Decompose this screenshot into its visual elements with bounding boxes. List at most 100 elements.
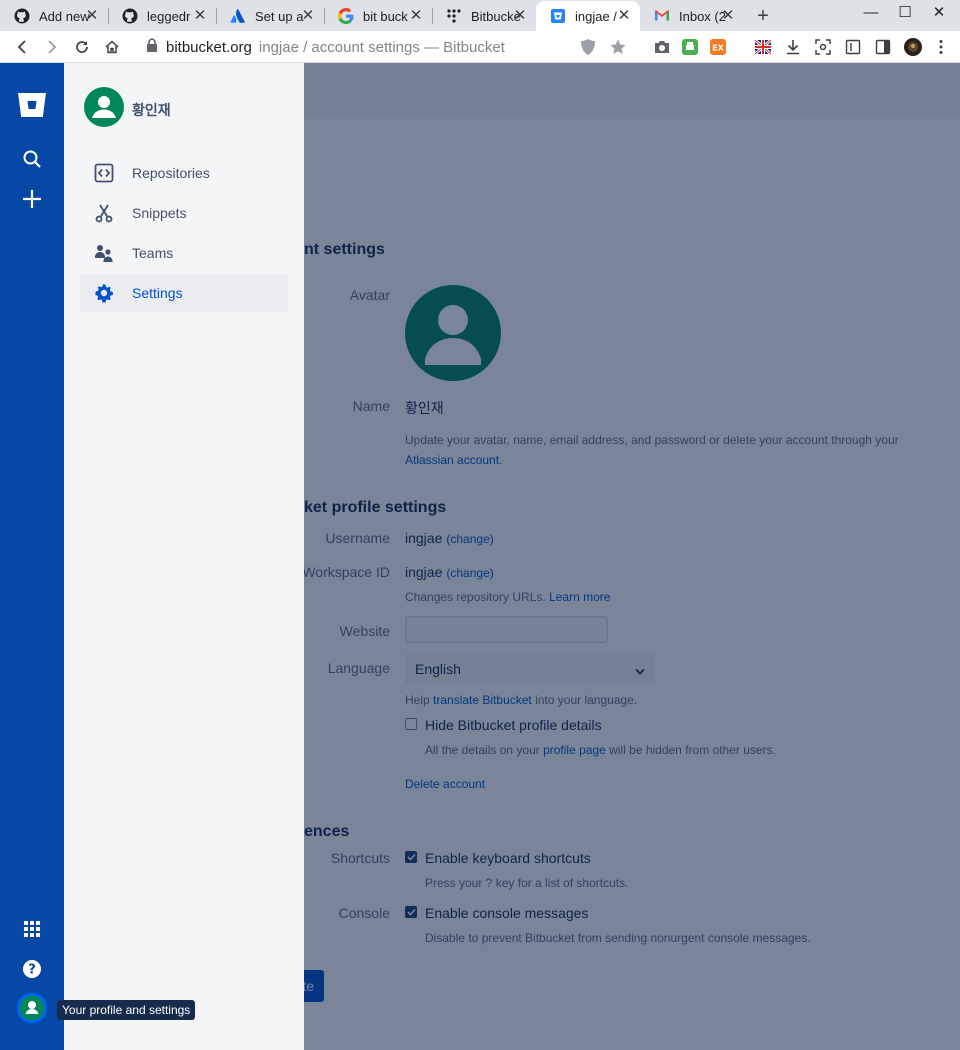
- checkmark-icon: [406, 853, 416, 861]
- uk-flag-icon[interactable]: [751, 35, 775, 59]
- bitbucket-logo-icon[interactable]: [16, 89, 48, 121]
- account-help-text: Update your avatar, name, email address,…: [405, 433, 899, 447]
- tab-close-icon[interactable]: ✕: [408, 8, 424, 24]
- profile-page-link[interactable]: profile page: [543, 743, 606, 757]
- search-icon[interactable]: [16, 143, 48, 175]
- profile-tooltip: Your profile and settings: [57, 1000, 196, 1020]
- preferences-heading: ences: [304, 823, 350, 840]
- maximize-window-button[interactable]: ☐: [888, 2, 922, 26]
- forward-icon[interactable]: [40, 35, 64, 59]
- hide-profile-checkbox[interactable]: [405, 718, 417, 730]
- printer-extension-icon[interactable]: [678, 35, 702, 59]
- settings-sidebar: 황인재 Repositories Snippets Teams Settings: [64, 63, 304, 1050]
- learn-more-link[interactable]: Learn more: [549, 590, 610, 604]
- shortcuts-help: Press your ? key for a list of shortcuts…: [425, 876, 629, 890]
- tab-close-icon[interactable]: ✕: [616, 8, 632, 24]
- shield-extension-icon[interactable]: [576, 35, 600, 59]
- browser-menu-icon[interactable]: [929, 35, 953, 59]
- google-icon: [338, 8, 354, 24]
- browser-tab-active[interactable]: ingjae / ✕: [536, 1, 640, 31]
- browser-toolbar: bitbucket.org ingjae / account settings …: [0, 31, 960, 63]
- update-button[interactable]: te: [304, 970, 324, 1002]
- minimize-window-button[interactable]: —: [854, 2, 888, 26]
- tab-close-icon[interactable]: ✕: [300, 8, 316, 24]
- browser-tab[interactable]: bit buck ✕: [324, 1, 432, 31]
- language-label: Language: [327, 660, 390, 676]
- app-switcher-icon[interactable]: [16, 913, 48, 945]
- avatar-label: Avatar: [349, 287, 390, 303]
- console-checkbox[interactable]: [405, 906, 417, 918]
- sidebar-item-teams[interactable]: Teams: [80, 234, 288, 272]
- translate-bitbucket-link[interactable]: translate Bitbucket: [433, 693, 532, 707]
- delete-account-link[interactable]: Delete account: [405, 777, 485, 791]
- gear-icon: [92, 281, 116, 305]
- repository-icon: [92, 161, 116, 185]
- url-path: ingjae / account settings — Bitbucket: [258, 38, 505, 56]
- username-value-row: ingjae (change): [405, 530, 494, 546]
- profile-avatar-icon[interactable]: [16, 992, 48, 1024]
- tab-close-icon[interactable]: ✕: [512, 8, 528, 24]
- profile-settings-heading: ket profile settings: [304, 499, 447, 516]
- browser-tab[interactable]: leggedr ✕: [108, 1, 216, 31]
- ex-extension-icon[interactable]: EX: [706, 35, 730, 59]
- username-label: Username: [325, 530, 390, 546]
- sidebar-item-snippets[interactable]: Snippets: [80, 194, 288, 232]
- account-avatar[interactable]: [405, 285, 501, 386]
- tab-close-icon[interactable]: ✕: [720, 8, 736, 24]
- bitbucket-app: ? 황인재 Repositories Snippets Teams Settin…: [0, 63, 960, 1050]
- console-option-label: Enable console messages: [425, 905, 589, 921]
- browser-tab[interactable]: Set up a ✕: [216, 1, 324, 31]
- help-icon[interactable]: ?: [16, 953, 48, 985]
- account-help-link-line: Atlassian account.: [405, 453, 502, 467]
- hide-profile-label: Hide Bitbucket profile details: [425, 717, 602, 733]
- workspace-id-value: ingjae: [405, 564, 443, 580]
- shortcuts-label: Shortcuts: [330, 850, 390, 866]
- hide-help-suffix: will be hidden from other users.: [609, 743, 776, 757]
- create-plus-icon[interactable]: [16, 183, 48, 215]
- browser-tab[interactable]: Add new ✕: [0, 1, 108, 31]
- reader-icon[interactable]: [841, 35, 865, 59]
- dimming-overlay: [304, 63, 960, 1050]
- home-icon[interactable]: [100, 35, 124, 59]
- atlassian-icon: [230, 8, 246, 24]
- console-help: Disable to prevent Bitbucket from sendin…: [425, 931, 811, 945]
- download-icon[interactable]: [781, 35, 805, 59]
- browser-tab[interactable]: Inbox (2 ✕: [640, 1, 744, 31]
- bookmark-star-icon[interactable]: [606, 35, 630, 59]
- address-bar[interactable]: bitbucket.org ingjae / account settings …: [146, 36, 505, 58]
- sidebar-item-repositories[interactable]: Repositories: [80, 154, 288, 192]
- sidebar-user[interactable]: 황인재: [84, 87, 171, 132]
- close-window-button[interactable]: ✕: [922, 2, 956, 26]
- github-icon: [14, 8, 30, 24]
- website-input[interactable]: [405, 616, 608, 643]
- tab-close-icon[interactable]: ✕: [84, 8, 100, 24]
- browser-tab[interactable]: Bitbucke ✕: [432, 1, 536, 31]
- hide-help-prefix: All the details on your: [425, 743, 540, 757]
- profile-avatar-icon[interactable]: [901, 35, 925, 59]
- shortcuts-checkbox[interactable]: [405, 851, 417, 863]
- main-top-strip: [304, 63, 960, 117]
- new-tab-button[interactable]: +: [752, 5, 774, 27]
- sidebar-user-name: 황인재: [132, 101, 171, 118]
- sidebar-item-label: Settings: [132, 285, 183, 301]
- shortcuts-option-label: Enable keyboard shortcuts: [425, 850, 591, 866]
- sidebar-item-label: Teams: [132, 245, 174, 261]
- svg-text:?: ?: [28, 963, 36, 978]
- change-workspace-link[interactable]: (change): [446, 566, 493, 580]
- language-select[interactable]: English: [405, 653, 655, 684]
- reload-icon[interactable]: [70, 35, 94, 59]
- checkmark-icon: [406, 908, 416, 916]
- sidebar-item-settings[interactable]: Settings: [80, 274, 288, 312]
- atlassian-account-link[interactable]: Atlassian account: [405, 453, 499, 467]
- name-label: Name: [352, 398, 390, 414]
- github-icon: [122, 8, 138, 24]
- back-icon[interactable]: [10, 35, 34, 59]
- screenshot-icon[interactable]: [811, 35, 835, 59]
- tab-close-icon[interactable]: ✕: [192, 8, 208, 24]
- change-username-link[interactable]: (change): [446, 532, 493, 546]
- sidebar-toggle-icon[interactable]: [871, 35, 895, 59]
- camera-icon[interactable]: [650, 35, 674, 59]
- browser-tab-bar: Add new ✕ leggedr ✕ Set up a ✕ bit buck …: [0, 0, 960, 31]
- translate-help-prefix: Help: [405, 693, 430, 707]
- sidebar-item-label: Repositories: [132, 165, 210, 181]
